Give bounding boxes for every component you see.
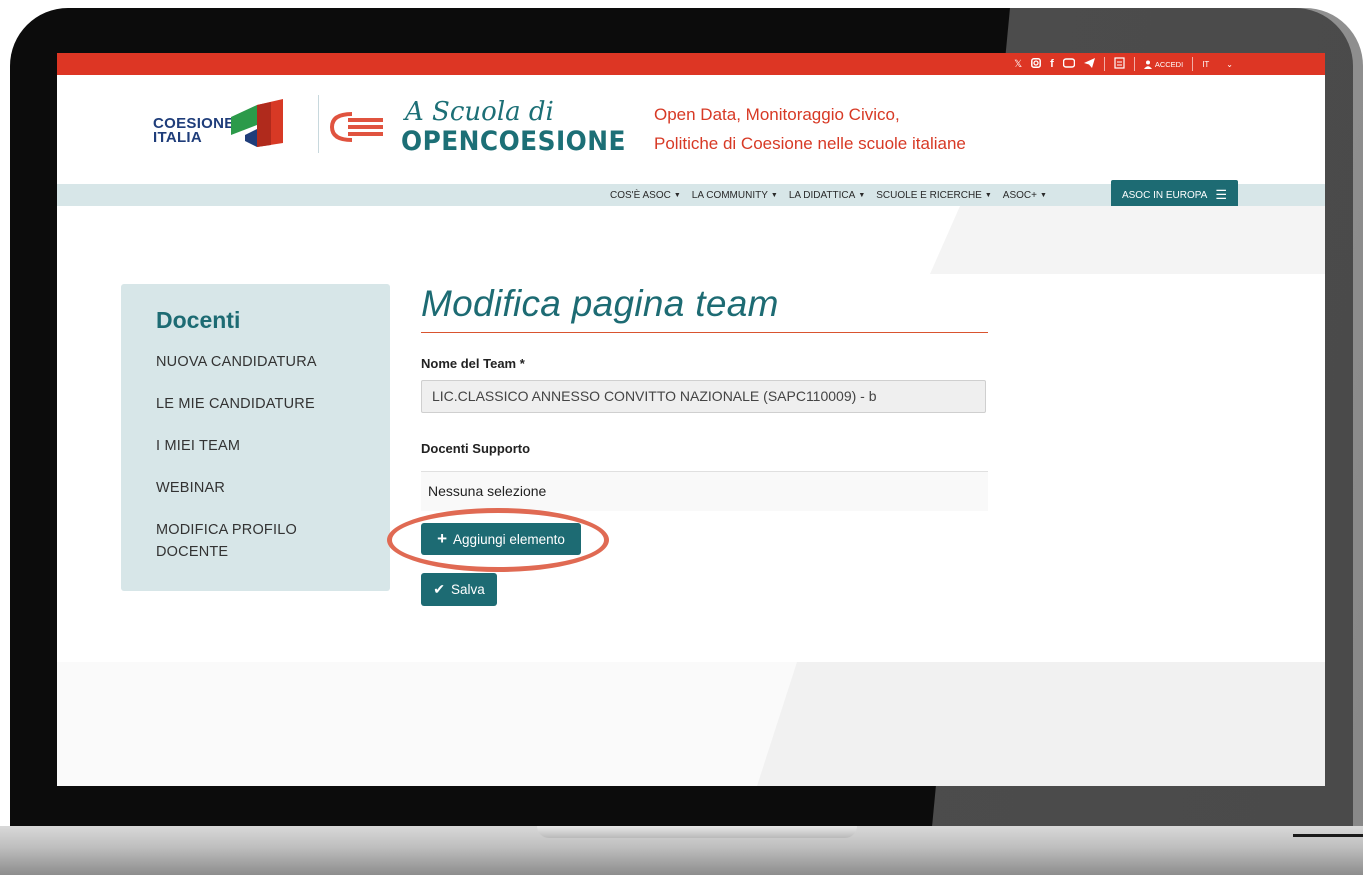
sidebar-item-modifica-profilo[interactable]: MODIFICA PROFILO bbox=[156, 519, 297, 541]
x-icon[interactable]: 𝕏 bbox=[1014, 59, 1022, 70]
nav-item-cose-asoc[interactable]: COS'È ASOC ▼ bbox=[610, 190, 681, 201]
chevron-down-icon[interactable]: ⌄ bbox=[1226, 60, 1233, 69]
title-divider bbox=[421, 332, 988, 333]
caret-down-icon: ▼ bbox=[984, 191, 992, 199]
footer-shade-right bbox=[757, 662, 1325, 786]
check-icon: ✔ bbox=[433, 581, 445, 597]
sidebar-item-nuova-candidatura[interactable]: NUOVA CANDIDATURA bbox=[156, 351, 317, 373]
top-bar: 𝕏 f ACCEDI IT ⌄ bbox=[57, 53, 1325, 75]
login-label: ACCEDI bbox=[1154, 59, 1184, 69]
asoc-logo-text[interactable]: OPENCOESIONE bbox=[401, 126, 626, 157]
hero-shade-right bbox=[930, 206, 1325, 274]
save-button[interactable]: ✔ Salva bbox=[421, 573, 497, 606]
sidebar: Docenti NUOVA CANDIDATURA LE MIE CANDIDA… bbox=[121, 284, 390, 591]
team-name-label: Nome del Team * bbox=[421, 356, 525, 371]
screen: 𝕏 f ACCEDI IT ⌄ COESIONE ITALIA A Scuola… bbox=[57, 53, 1325, 786]
nav-item-didattica[interactable]: LA DIDATTICA ▼ bbox=[789, 190, 865, 201]
social-links: 𝕏 f ACCEDI IT ⌄ bbox=[1014, 53, 1233, 75]
separator bbox=[1103, 57, 1105, 71]
nav-item-asoc-plus[interactable]: ASOC+ ▼ bbox=[1003, 190, 1047, 201]
coesione-italia-logo[interactable]: COESIONE ITALIA bbox=[153, 116, 235, 145]
facebook-icon[interactable]: f bbox=[1050, 58, 1054, 70]
team-name-field[interactable]: LIC.CLASSICO ANNESSO CONVITTO NAZIONALE … bbox=[421, 380, 986, 413]
asoc-book-icon bbox=[330, 112, 383, 142]
nav-item-community[interactable]: LA COMMUNITY ▼ bbox=[692, 190, 778, 201]
highlight-circle bbox=[387, 508, 609, 572]
sidebar-item-le-mie-candidature[interactable]: LE MIE CANDIDATURE bbox=[156, 393, 315, 415]
telegram-icon[interactable] bbox=[1083, 57, 1095, 71]
instagram-icon[interactable] bbox=[1031, 57, 1042, 71]
laptop-edge-line bbox=[1293, 834, 1363, 837]
caret-down-icon: ▼ bbox=[858, 191, 866, 199]
asoc-logo-script: A Scuola di bbox=[405, 97, 554, 127]
language-select[interactable]: IT bbox=[1202, 60, 1209, 69]
login-link[interactable]: ACCEDI bbox=[1143, 59, 1184, 69]
caret-down-icon: ▼ bbox=[770, 191, 778, 199]
main-nav: COS'È ASOC ▼ LA COMMUNITY ▼ LA DIDATTICA ▼ … bbox=[57, 180, 1325, 210]
sidebar-item-webinar[interactable]: WEBINAR bbox=[156, 477, 225, 499]
support-teachers-label: Docenti Supporto bbox=[421, 441, 531, 456]
sidebar-item-docente[interactable]: DOCENTE bbox=[156, 541, 228, 563]
sidebar-title: Docenti bbox=[156, 307, 241, 333]
coesione-mark-icon bbox=[231, 99, 283, 147]
menu-icon: ☰ bbox=[1215, 187, 1228, 202]
sidebar-item-i-miei-team[interactable]: I MIEI TEAM bbox=[156, 435, 240, 457]
logo-divider bbox=[318, 95, 319, 153]
user-icon bbox=[1143, 60, 1152, 69]
site-header: COESIONE ITALIA A Scuola di OPENCOESIONE… bbox=[57, 75, 1325, 184]
youtube-icon[interactable] bbox=[1062, 57, 1076, 71]
separator bbox=[1192, 57, 1194, 71]
caret-down-icon: ▼ bbox=[673, 191, 681, 199]
support-teachers-select[interactable]: Nessuna selezione bbox=[421, 471, 988, 511]
site-tagline: Open Data, Monitoraggio Civico, Politich… bbox=[654, 105, 966, 153]
nav-item-scuole-ricerche[interactable]: SCUOLE E RICERCHE ▼ bbox=[876, 190, 992, 201]
laptop-notch bbox=[537, 826, 857, 838]
caret-down-icon: ▼ bbox=[1039, 191, 1047, 199]
contact-icon[interactable] bbox=[1114, 56, 1125, 72]
separator bbox=[1133, 57, 1135, 71]
page-title: Modifica pagina team bbox=[421, 283, 779, 324]
